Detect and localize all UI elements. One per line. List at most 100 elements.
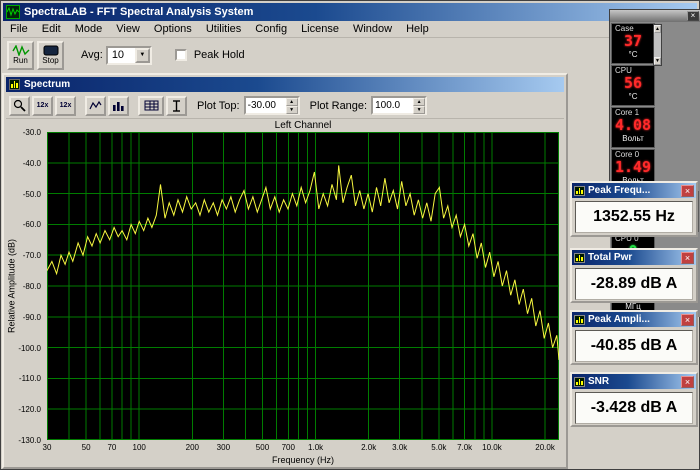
spin-down-icon[interactable]: ▼	[286, 106, 298, 114]
hardware-monitor: × ▲ ▼ Case 37 °C CPU 56 °C Core 1 4.08 В…	[609, 9, 700, 193]
monitor-cell-core1-volt: Core 1 4.08 Вольт	[611, 107, 655, 148]
close-icon[interactable]: ×	[687, 11, 699, 21]
spin-up-icon[interactable]: ▲	[413, 98, 425, 106]
toolbar-separator	[78, 97, 83, 115]
spectrum-trace	[47, 132, 559, 440]
meter-titlebar[interactable]: SNR ×	[572, 374, 696, 389]
y-tick-label: -120.0	[18, 405, 41, 414]
menu-utilities[interactable]: Utilities	[199, 21, 248, 37]
x-tick-label: 70	[107, 443, 116, 452]
menu-options[interactable]: Options	[147, 21, 199, 37]
y-tick-label: -110.0	[19, 374, 41, 383]
y-tick-label: -30.0	[23, 128, 41, 137]
arrow-up-icon[interactable]: ▲	[654, 25, 661, 33]
plot-range-spinbox: ▲ ▼	[371, 96, 427, 115]
meter-snr: SNR × -3.428 dB A	[570, 372, 698, 427]
meter-display: -40.85 dB A	[575, 330, 693, 362]
menu-window[interactable]: Window	[346, 21, 399, 37]
x-tick-label: 20.0k	[535, 443, 555, 452]
meter-titlebar[interactable]: Peak Frequ... ×	[572, 183, 696, 198]
plot-range-label: Plot Range:	[310, 100, 367, 112]
meter-icon	[574, 253, 585, 263]
plot-top-input[interactable]	[246, 98, 286, 113]
monitor-cell-cpu-temp: CPU 56 °C	[611, 65, 655, 106]
monitor-scrollbar[interactable]: ▲ ▼	[653, 24, 662, 66]
x-tick-label: 10.0k	[482, 443, 502, 452]
meter-display: -28.89 dB A	[575, 268, 693, 300]
toolbar-separator	[131, 97, 136, 115]
monitor-cell-case-temp: Case 37 °C	[611, 23, 655, 64]
avg-combobox[interactable]: 10 ▼	[106, 46, 152, 65]
x-tick-label: 30	[43, 443, 52, 452]
spin-down-icon[interactable]: ▼	[413, 106, 425, 114]
y-tick-label: -40.0	[23, 159, 41, 168]
grid-view-button[interactable]	[138, 96, 164, 116]
x-tick-label: 1.0k	[308, 443, 323, 452]
app-title: SpectraLAB - FFT Spectral Analysis Syste…	[24, 6, 253, 18]
x-tick-label: 100	[133, 443, 146, 452]
app-titlebar[interactable]: SpectraLAB - FFT Spectral Analysis Syste…	[3, 3, 697, 21]
y-tick-label: -60.0	[23, 220, 41, 229]
y-tick-label: -70.0	[23, 251, 41, 260]
y-axis-ticks: -30.0-40.0-50.0-60.0-70.0-80.0-90.0-100.…	[4, 75, 45, 470]
close-icon[interactable]: ×	[681, 185, 694, 197]
meter-total-power: Total Pwr × -28.89 dB A	[570, 248, 698, 303]
bar-chart-icon	[112, 100, 125, 111]
app-icon	[6, 5, 20, 19]
main-toolbar: Run Stop Avg: 10 ▼ Peak Hold	[3, 39, 249, 71]
chevron-down-icon[interactable]: ▼	[135, 48, 150, 63]
menu-file[interactable]: File	[3, 21, 35, 37]
x-tick-label: 3.0k	[392, 443, 407, 452]
close-icon[interactable]: ×	[681, 376, 694, 388]
menu-edit[interactable]: Edit	[35, 21, 68, 37]
meter-titlebar[interactable]: Total Pwr ×	[572, 250, 696, 265]
waveform-icon	[12, 45, 30, 56]
menu-mode[interactable]: Mode	[68, 21, 110, 37]
spin-up-icon[interactable]: ▲	[286, 98, 298, 106]
y-tick-label: -50.0	[23, 190, 41, 199]
menu-config[interactable]: Config	[248, 21, 294, 37]
menubar: File Edit Mode View Options Utilities Co…	[3, 21, 697, 38]
y-tick-label: -100.0	[18, 344, 41, 353]
meter-peak-frequency: Peak Frequ... × 1352.55 Hz	[570, 181, 698, 237]
close-icon[interactable]: ×	[681, 314, 694, 326]
meter-icon	[574, 186, 585, 196]
spectrum-titlebar[interactable]: Spectrum	[6, 77, 564, 92]
plot-range-input[interactable]	[373, 98, 413, 113]
line-plot-button[interactable]	[85, 96, 106, 116]
peak-hold-checkbox[interactable]	[175, 49, 187, 61]
menu-view[interactable]: View	[109, 21, 147, 37]
menu-help[interactable]: Help	[399, 21, 436, 37]
spectralab-window: SpectraLAB - FFT Spectral Analysis Syste…	[0, 0, 700, 470]
x-tick-label: 200	[186, 443, 199, 452]
avg-label: Avg:	[81, 49, 103, 61]
run-button[interactable]: Run	[7, 41, 34, 70]
spectrum-toolbar: 12x 12x Plot Top: ▲ ▼	[6, 93, 564, 119]
line-chart-icon	[89, 100, 102, 111]
x-axis-title: Frequency (Hz)	[47, 455, 559, 465]
monitor-titlebar[interactable]: ×	[610, 10, 700, 22]
y-tick-label: -90.0	[23, 313, 41, 322]
stop-button[interactable]: Stop	[37, 41, 64, 70]
arrow-down-icon[interactable]: ▼	[654, 57, 661, 65]
meter-peak-amplitude: Peak Ampli... × -40.85 dB A	[570, 310, 698, 365]
meter-icon	[574, 315, 585, 325]
x-tick-label: 700	[282, 443, 295, 452]
close-icon[interactable]: ×	[681, 252, 694, 264]
stop-icon	[43, 45, 59, 56]
meter-icon	[574, 377, 585, 387]
spectrum-window: Spectrum 12x 12x Plot Top:	[2, 73, 568, 469]
x-tick-label: 300	[217, 443, 230, 452]
spectrum-plot[interactable]	[47, 132, 559, 440]
bar-plot-button[interactable]	[108, 96, 129, 116]
x-tick-label: 50	[82, 443, 91, 452]
zoom-y-button[interactable]: 12x	[55, 96, 76, 116]
x-tick-label: 2.0k	[361, 443, 376, 452]
meter-display: 1352.55 Hz	[575, 201, 693, 233]
meter-titlebar[interactable]: Peak Ampli... ×	[572, 312, 696, 327]
menu-license[interactable]: License	[294, 21, 346, 37]
grid-icon	[144, 100, 159, 111]
cursor-button[interactable]	[166, 96, 187, 116]
avg-value: 10	[108, 49, 135, 61]
x-tick-label: 5.0k	[431, 443, 446, 452]
